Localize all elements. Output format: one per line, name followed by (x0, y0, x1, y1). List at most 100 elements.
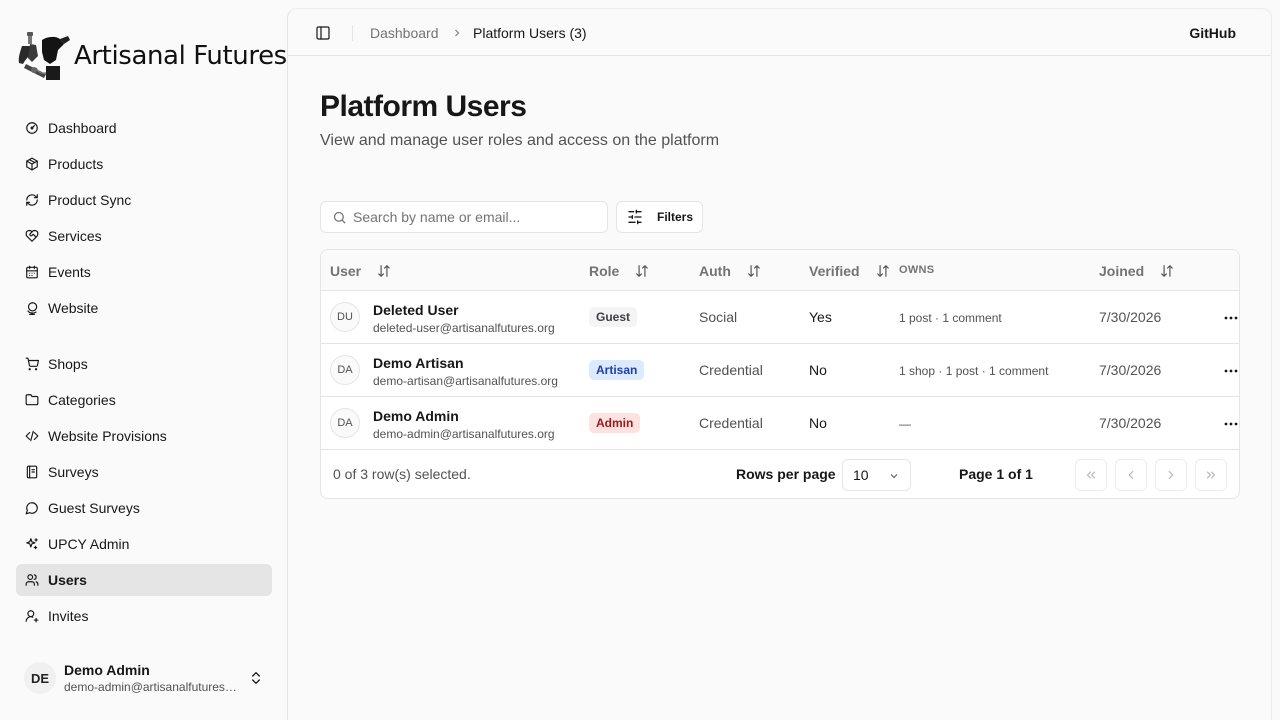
search-box[interactable] (320, 201, 608, 233)
user-name: Demo Admin (373, 408, 459, 424)
more-horizontal-icon[interactable] (1223, 315, 1239, 321)
sidebar-item-categories[interactable]: Categories (16, 384, 272, 416)
page-title: Platform Users (320, 90, 527, 123)
breadcrumb-current: Platform Users (3) (473, 25, 587, 41)
sidebar: Artisanal Futures Dashboard Products Pro… (0, 0, 287, 720)
sidebar-item-website[interactable]: Website (16, 292, 272, 324)
chevron-left-icon (1128, 470, 1134, 480)
sidebar-item-services[interactable]: Services (16, 220, 272, 252)
sidebar-item-label: Product Sync (48, 192, 132, 208)
sidebar-item-website-provisions[interactable]: Website Provisions (16, 420, 272, 452)
sidebar-item-surveys[interactable]: Surveys (16, 456, 272, 488)
owns-cell: 1 shop · 1 post · 1 comment (899, 364, 1049, 378)
users-icon (24, 572, 40, 588)
filters-button[interactable]: Filters (616, 201, 703, 233)
sidebar-item-label: Categories (48, 392, 116, 408)
folder-icon (24, 392, 40, 408)
avatar: DA (330, 355, 360, 385)
main-panel: Dashboard Platform Users (3) GitHub Plat… (287, 8, 1272, 720)
breadcrumb-dashboard[interactable]: Dashboard (370, 25, 439, 41)
sidebar-item-guest-surveys[interactable]: Guest Surveys (16, 492, 272, 524)
code-icon (24, 428, 40, 444)
chevrons-left-icon (1086, 471, 1096, 479)
more-horizontal-icon[interactable] (1223, 368, 1239, 374)
calendar-icon (24, 264, 40, 280)
sort-icon (378, 265, 390, 277)
search-icon (333, 211, 346, 224)
sidebar-item-product-sync[interactable]: Product Sync (16, 184, 272, 216)
role-badge: Guest (589, 307, 638, 327)
sidebar-item-events[interactable]: Events (16, 256, 272, 288)
notebook-icon (24, 464, 40, 480)
more-horizontal-icon[interactable] (1223, 421, 1239, 427)
account-email: demo-admin@artisanalfutures.org (64, 680, 240, 694)
sort-icon (748, 265, 760, 277)
sidebar-item-label: Products (48, 156, 104, 172)
chevron-right-icon (455, 29, 460, 37)
sidebar-item-upcy-admin[interactable]: UPCY Admin (16, 528, 272, 560)
avatar: DU (330, 302, 360, 332)
sidebar-item-label: Events (48, 264, 91, 280)
sidebar-item-products[interactable]: Products (16, 148, 272, 180)
sidebar-item-users[interactable]: Users (16, 564, 272, 596)
page-subtitle: View and manage user roles and access on… (320, 132, 720, 149)
sidebar-item-dashboard[interactable]: Dashboard (16, 112, 272, 144)
verified-cell: Yes (809, 309, 832, 325)
verified-cell: No (809, 415, 827, 431)
table-header: User Role Auth Verified OWNS Joined (321, 250, 1239, 291)
role-badge: Admin (589, 413, 641, 433)
last-page-button[interactable] (1195, 459, 1227, 491)
github-link[interactable]: GitHub (1189, 25, 1236, 41)
sidebar-item-label: Surveys (48, 464, 99, 480)
column-auth-label: Auth (699, 263, 731, 279)
page-info: Page 1 of 1 (959, 466, 1033, 482)
sidebar-item-shops[interactable]: Shops (16, 348, 272, 380)
column-auth[interactable]: Auth (699, 263, 761, 279)
column-owns: OWNS (899, 264, 934, 276)
table-row[interactable]: DA Demo Artisan demo-artisan@artisanalfu… (321, 344, 1239, 397)
rows-per-page-select[interactable]: 10 (842, 459, 911, 491)
table-row[interactable]: DA Demo Admin demo-admin@artisanalfuture… (321, 397, 1239, 450)
user-name: Deleted User (373, 302, 459, 318)
table-row[interactable]: DU Deleted User deleted-user@artisanalfu… (321, 291, 1239, 344)
owns-cell: 1 post · 1 comment (899, 311, 1002, 325)
refresh-icon (24, 192, 40, 208)
next-page-button[interactable] (1155, 459, 1187, 491)
user-email: demo-admin@artisanalfutures.org (373, 427, 555, 441)
column-joined-label: Joined (1099, 263, 1145, 279)
avatar: DE (24, 662, 56, 694)
sort-icon (636, 265, 649, 277)
sidebar-item-label: Website Provisions (48, 428, 167, 444)
first-page-button[interactable] (1075, 459, 1107, 491)
sidebar-item-label: Dashboard (48, 120, 117, 136)
selection-count: 0 of 3 row(s) selected. (333, 466, 471, 482)
sidebar-item-label: Website (48, 300, 99, 316)
auth-cell: Social (699, 309, 738, 325)
rows-per-page-value: 10 (853, 467, 869, 483)
column-verified[interactable]: Verified (809, 263, 890, 279)
chevron-right-icon (1168, 470, 1174, 480)
column-owns-label: OWNS (899, 264, 935, 276)
auth-cell: Credential (699, 362, 763, 378)
chevron-down-icon (890, 474, 898, 479)
column-user-label: User (330, 263, 362, 279)
column-role-label: Role (589, 263, 620, 279)
account-name: Demo Admin (64, 662, 150, 678)
column-user[interactable]: User (330, 263, 391, 279)
sidebar-toggle-icon[interactable] (314, 25, 332, 41)
table-footer: 0 of 3 row(s) selected. Rows per page 10… (321, 450, 1239, 498)
sort-icon (1161, 265, 1173, 277)
sidebar-item-invites[interactable]: Invites (16, 600, 272, 632)
search-input[interactable] (353, 202, 601, 232)
rows-per-page-label: Rows per page (736, 466, 836, 482)
sidebar-item-label: Users (48, 572, 87, 588)
user-name: Demo Artisan (373, 355, 464, 371)
column-joined[interactable]: Joined (1099, 263, 1174, 279)
topbar-divider (352, 25, 353, 41)
column-role[interactable]: Role (589, 263, 649, 279)
account-menu[interactable]: DE Demo Admin demo-admin@artisanalfuture… (16, 656, 272, 700)
brand[interactable]: Artisanal Futures (16, 30, 287, 82)
joined-cell: 7/30/2026 (1099, 362, 1162, 378)
sidebar-item-label: Guest Surveys (48, 500, 140, 516)
previous-page-button[interactable] (1115, 459, 1147, 491)
